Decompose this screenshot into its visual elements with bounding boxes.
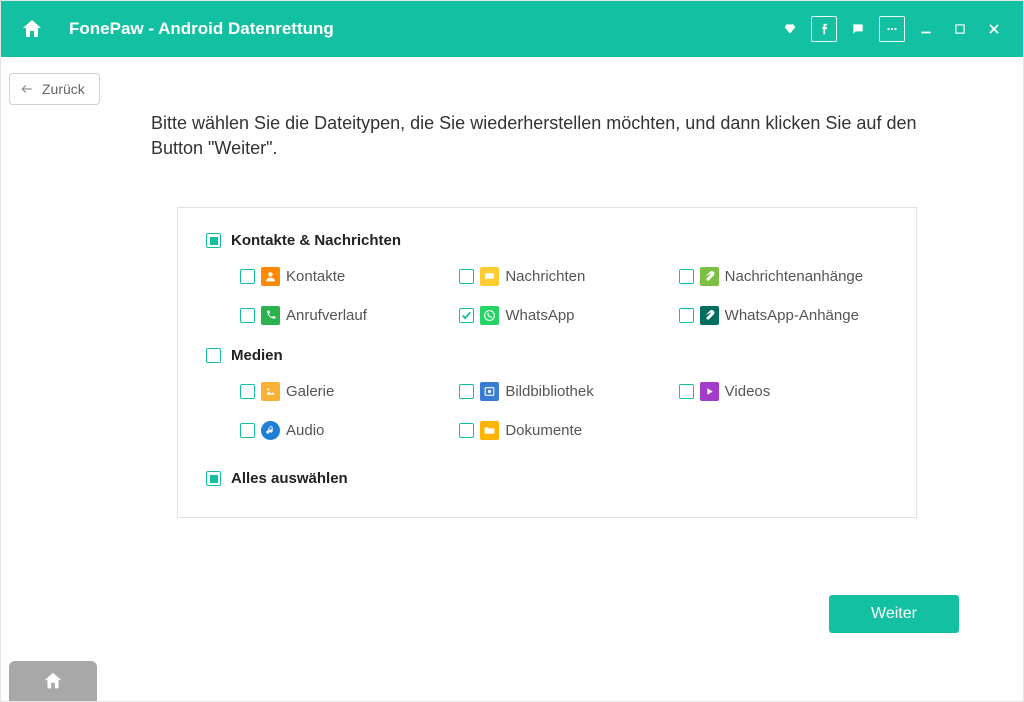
upgrade-button[interactable] [777,16,803,42]
checkbox-kontakte[interactable] [240,269,255,284]
item-label: Galerie [286,383,334,400]
checkbox-nachrichtenanhaenge[interactable] [679,269,694,284]
chat-icon [851,22,865,36]
instructions-text: Bitte wählen Sie die Dateitypen, die Sie… [151,111,953,161]
checkbox-nachrichten[interactable] [459,269,474,284]
app-title: FonePaw - Android Datenrettung [69,19,334,39]
checkbox-audio[interactable] [240,423,255,438]
maximize-icon [953,22,967,36]
item-label: Audio [286,422,324,439]
section-media[interactable]: Medien [206,347,888,364]
select-all-row[interactable]: Alles auswählen [206,470,888,487]
back-label: Zurück [42,81,85,97]
item-whatsapp[interactable]: WhatsApp [459,306,668,325]
checkbox-select-all[interactable] [206,471,221,486]
item-label: Dokumente [505,422,582,439]
item-label: WhatsApp [505,307,574,324]
item-whatsappanhaenge[interactable]: WhatsApp-Anhänge [679,306,888,325]
item-label: Videos [725,383,771,400]
checkbox-whatsapp[interactable] [459,308,474,323]
item-label: Nachrichten [505,268,585,285]
item-label: Anrufverlauf [286,307,367,324]
file-types-panel: Kontakte & Nachrichten Kontakte Nachrich… [177,207,917,518]
section-2-grid: Galerie Bildbibliothek Videos [206,382,888,440]
titlebar: FonePaw - Android Datenrettung [1,1,1023,57]
picture-library-icon [480,382,499,401]
home-button[interactable] [19,16,45,42]
item-label: Bildbibliothek [505,383,593,400]
checkbox-whatsappanhaenge[interactable] [679,308,694,323]
home-icon [42,670,64,692]
section-contacts-messages[interactable]: Kontakte & Nachrichten [206,232,888,249]
item-audio[interactable]: Audio [240,421,449,440]
gallery-icon [261,382,280,401]
select-all-label: Alles auswählen [231,470,348,487]
checkbox-anrufverlauf[interactable] [240,308,255,323]
contacts-icon [261,267,280,286]
menu-button[interactable] [879,16,905,42]
videos-icon [700,382,719,401]
close-button[interactable] [981,16,1007,42]
audio-icon [261,421,280,440]
item-bildbibliothek[interactable]: Bildbibliothek [459,382,668,401]
section-1-grid: Kontakte Nachrichten Nachrichtenanhänge [206,267,888,325]
item-label: WhatsApp-Anhänge [725,307,859,324]
item-nachrichten[interactable]: Nachrichten [459,267,668,286]
checkbox-galerie[interactable] [240,384,255,399]
bottom-home-tab[interactable] [9,661,97,701]
item-anrufverlauf[interactable]: Anrufverlauf [240,306,449,325]
main-content: Bitte wählen Sie die Dateitypen, die Sie… [151,111,953,518]
diamond-icon [783,22,797,36]
item-videos[interactable]: Videos [679,382,888,401]
facebook-icon [817,22,831,36]
item-galerie[interactable]: Galerie [240,382,449,401]
checkbox-section-2[interactable] [206,348,221,363]
item-dokumente[interactable]: Dokumente [459,421,668,440]
next-button[interactable]: Weiter [829,595,959,633]
checkbox-bildbibliothek[interactable] [459,384,474,399]
dots-icon [885,22,899,36]
minimize-button[interactable] [913,16,939,42]
whatsapp-attachments-icon [700,306,719,325]
section-1-title: Kontakte & Nachrichten [231,232,401,249]
facebook-button[interactable] [811,16,837,42]
item-nachrichtenanhaenge[interactable]: Nachrichtenanhänge [679,267,888,286]
messages-icon [480,267,499,286]
home-icon [20,17,44,41]
checkbox-section-1[interactable] [206,233,221,248]
call-log-icon [261,306,280,325]
checkbox-videos[interactable] [679,384,694,399]
message-attachments-icon [700,267,719,286]
documents-icon [480,421,499,440]
feedback-button[interactable] [845,16,871,42]
item-label: Nachrichtenanhänge [725,268,863,285]
item-kontakte[interactable]: Kontakte [240,267,449,286]
section-2-title: Medien [231,347,283,364]
arrow-left-icon [20,82,34,96]
item-label: Kontakte [286,268,345,285]
maximize-button[interactable] [947,16,973,42]
checkmark-icon [461,310,472,321]
checkbox-dokumente[interactable] [459,423,474,438]
whatsapp-icon [480,306,499,325]
minimize-icon [919,22,933,36]
back-button[interactable]: Zurück [9,73,100,105]
close-icon [987,22,1001,36]
